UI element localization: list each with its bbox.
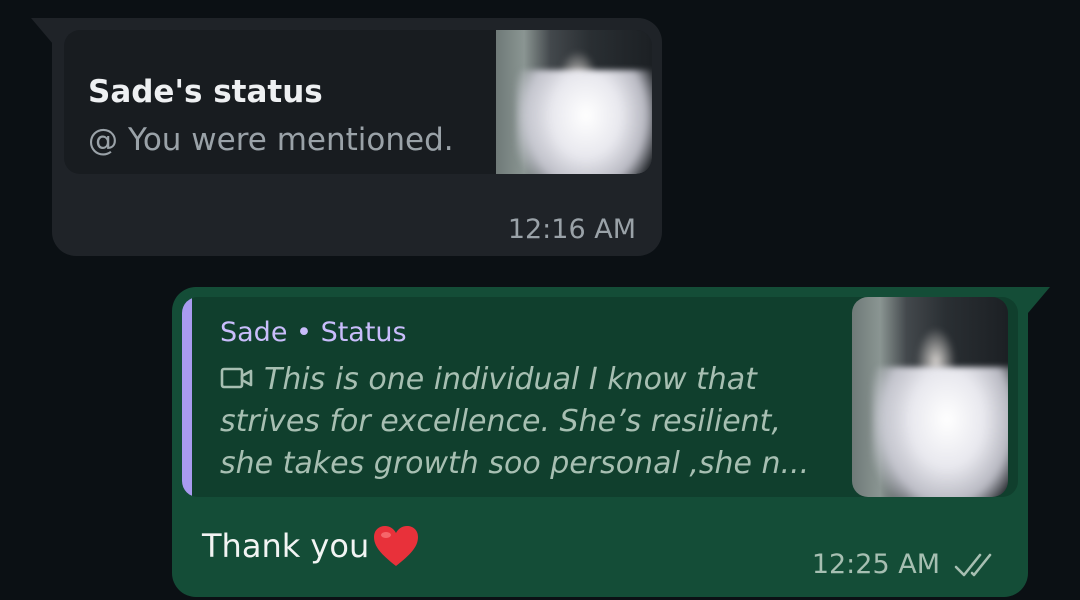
heart-icon xyxy=(374,526,419,566)
quote-body: This is one individual I know that striv… xyxy=(220,359,820,485)
message-body: Thank you xyxy=(202,527,370,565)
quote-author: Sade xyxy=(220,317,288,348)
quote-line: strives for excellence. She’s resilient, xyxy=(220,404,781,439)
double-check-icon xyxy=(954,553,992,576)
quote-accent-bar xyxy=(182,297,192,497)
outgoing-timestamp: 12:25 AM xyxy=(811,549,940,580)
at-icon: @ xyxy=(88,122,118,158)
mention-text: You were mentioned. xyxy=(128,122,454,158)
dress-shape xyxy=(516,70,652,174)
message-text: Thank you xyxy=(202,523,421,569)
quote-line: This is one individual I know that xyxy=(220,359,820,401)
status-thumbnail[interactable] xyxy=(496,30,652,174)
quote-header: Sade • Status xyxy=(220,317,407,348)
outgoing-bubble-tail xyxy=(1028,287,1050,313)
incoming-timestamp: 12:16 AM xyxy=(507,214,636,245)
quote-line-text: This is one individual I know that xyxy=(264,362,757,397)
dress-shape xyxy=(872,367,1008,497)
chat-view: Sade's status @ You were mentioned. 12:1… xyxy=(0,0,1080,600)
video-icon xyxy=(220,367,253,388)
incoming-message-bubble[interactable]: Sade's status @ You were mentioned. 12:1… xyxy=(52,18,662,256)
quote-source: Status xyxy=(320,317,407,348)
quote-separator: • xyxy=(296,317,312,348)
quote-line: she takes growth soo personal ,she n... xyxy=(220,446,810,481)
quoted-status-reply[interactable]: Sade • Status This is one individual I k… xyxy=(182,297,1018,497)
outgoing-message-bubble[interactable]: Sade • Status This is one individual I k… xyxy=(172,287,1028,597)
incoming-bubble-tail xyxy=(31,18,53,44)
status-title: Sade's status xyxy=(88,74,323,110)
status-mention-card[interactable]: Sade's status @ You were mentioned. xyxy=(64,30,652,174)
outgoing-timestamp-row: 12:25 AM xyxy=(812,549,1002,580)
quote-thumbnail[interactable] xyxy=(852,297,1008,497)
mention-row: @ You were mentioned. xyxy=(88,122,454,158)
